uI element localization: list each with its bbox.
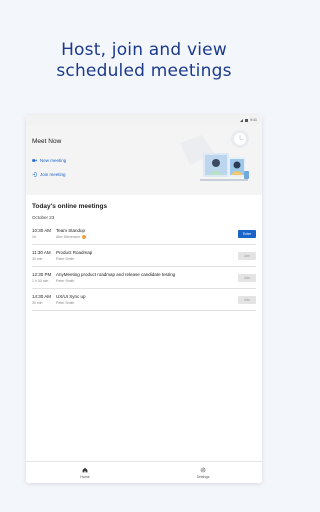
- join-button[interactable]: Join: [238, 295, 256, 304]
- meeting-time: 10:30 AM: [32, 228, 52, 233]
- meeting-row[interactable]: 10:30 AM 1h Team Standup Alex Stevenson …: [32, 223, 256, 245]
- meetings-list: 10:30 AM 1h Team Standup Alex Stevenson …: [32, 223, 256, 311]
- new-meeting-label: New meeting: [40, 158, 67, 163]
- meeting-duration: 30 min: [32, 257, 43, 261]
- meeting-time: 12:30 PM: [32, 272, 52, 277]
- section-title: Today's online meetings: [32, 203, 108, 210]
- new-meeting-button[interactable]: New meeting: [32, 158, 66, 163]
- tab-home[interactable]: Home: [26, 462, 144, 483]
- meet-now-title: Meet Now: [32, 138, 62, 145]
- meeting-time: 11:30 AM: [32, 250, 51, 255]
- video-call-illustration: [180, 130, 249, 181]
- join-button[interactable]: Join: [238, 251, 256, 260]
- headline-line-1: Host, join and view: [61, 40, 227, 60]
- status-bar: 9:41: [26, 115, 262, 125]
- section-date: October 23: [32, 215, 55, 220]
- meeting-host: Alex Stevenson: [56, 235, 81, 239]
- meeting-row[interactable]: 11:30 AM 30 min Product Roadmap Peter Sm…: [32, 245, 256, 267]
- home-icon: [82, 467, 88, 472]
- join-meeting-label: Join meeting: [40, 172, 66, 177]
- enter-button[interactable]: Enter: [238, 229, 256, 238]
- gear-icon: [200, 467, 206, 472]
- app-screen: 9:41 Meet Now New meeting Join meeting T…: [26, 115, 262, 483]
- meeting-row[interactable]: 14:30 AM 30 min UX/UI Sync up Peter Smit…: [32, 289, 256, 311]
- join-arrow-icon: [32, 172, 37, 177]
- meeting-duration: 1 h 30 min: [32, 279, 49, 283]
- battery-icon: [245, 118, 249, 122]
- meeting-row[interactable]: 12:30 PM 1 h 30 min AnyMeeting product r…: [32, 267, 256, 289]
- meeting-duration: 1h: [32, 235, 36, 239]
- meeting-host: Peter Smith: [56, 279, 75, 283]
- status-time: 9:41: [250, 118, 257, 122]
- tab-settings[interactable]: Settings: [144, 462, 262, 483]
- meeting-time: 14:30 AM: [32, 294, 52, 299]
- video-camera-icon: [32, 159, 37, 162]
- headline-line-2: scheduled meetings: [56, 61, 232, 81]
- signal-icon: [240, 118, 244, 122]
- meet-now-panel: Meet Now New meeting Join meeting: [26, 125, 262, 195]
- marketing-headline: Host, join and view scheduled meetings: [0, 40, 288, 82]
- meeting-title: Team Standup: [56, 228, 86, 233]
- join-button[interactable]: Join: [238, 273, 256, 282]
- meeting-title: UX/UI Sync up: [56, 294, 86, 299]
- meetings-section: Today's online meetings October 23 10:30…: [26, 195, 262, 311]
- meeting-title: AnyMeeting product roadmap and release c…: [56, 272, 176, 277]
- join-meeting-button[interactable]: Join meeting: [32, 172, 66, 177]
- bottom-tab-bar: Home Settings: [26, 461, 262, 483]
- meeting-duration: 30 min: [32, 301, 43, 305]
- host-status-icon: [82, 235, 87, 239]
- tab-home-label: Home: [80, 474, 90, 479]
- meeting-host: Peter Smith: [56, 301, 75, 305]
- meeting-title: Product Roadmap: [56, 250, 93, 255]
- tab-settings-label: Settings: [196, 474, 210, 479]
- meeting-host: Peter Smith: [56, 257, 75, 261]
